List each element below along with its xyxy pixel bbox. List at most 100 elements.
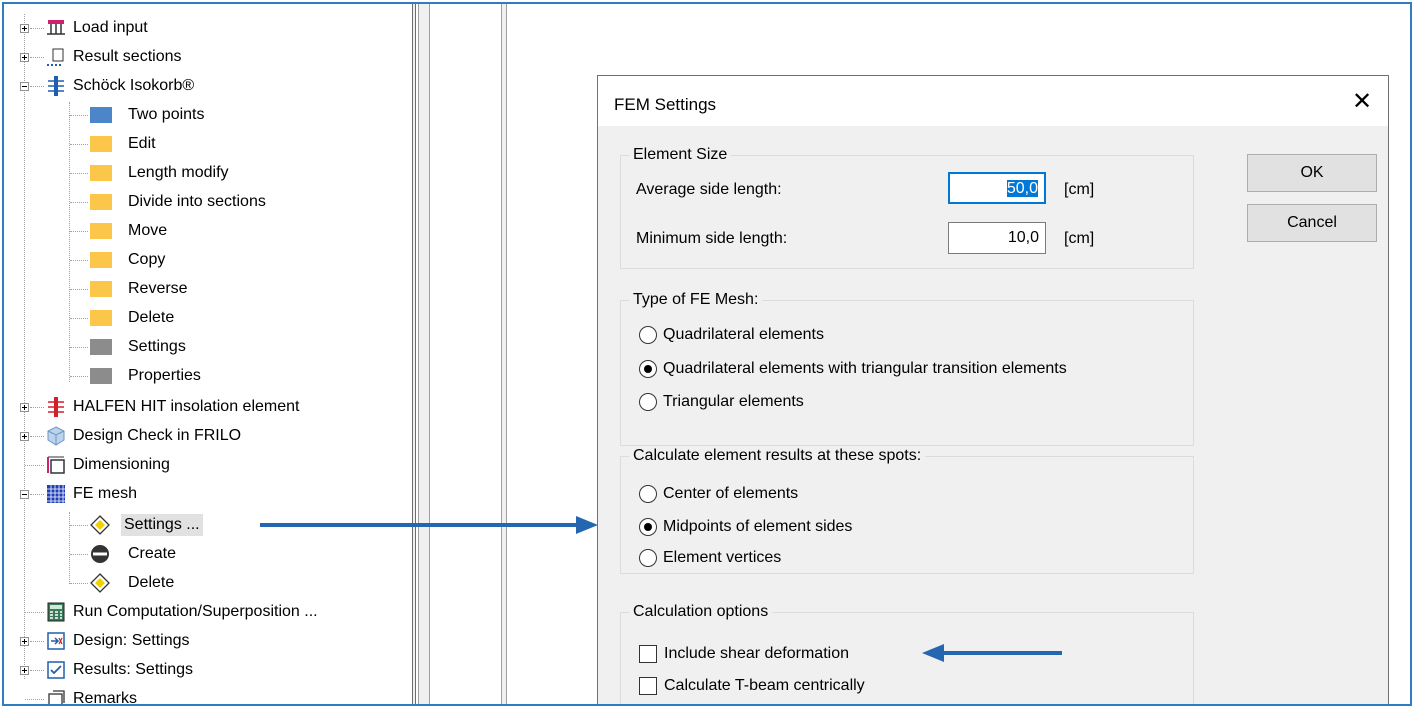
dimensioning-icon <box>47 456 65 474</box>
radio-button[interactable] <box>639 518 657 536</box>
radio-label: Triangular elements <box>663 393 804 410</box>
tree-item-label: Design: Settings <box>73 632 190 649</box>
tree-item-label: FE mesh <box>73 485 138 502</box>
radio-button[interactable] <box>639 360 657 378</box>
yellow-square-icon <box>90 136 112 152</box>
tree-item-label: Results: Settings <box>73 661 194 678</box>
tree-line <box>69 512 70 584</box>
load-input-icon <box>47 20 65 35</box>
yellow-square-icon <box>90 281 112 297</box>
remarks-icon <box>48 690 65 704</box>
tree-line <box>24 14 25 679</box>
halfen-icon <box>48 397 64 417</box>
tree-item-label: Edit <box>128 135 156 152</box>
checkbox-label: Calculate T-beam centrically <box>664 677 865 694</box>
min-side-input[interactable]: 10,0 <box>948 222 1046 254</box>
tree-item-label: Settings <box>128 338 186 355</box>
annotation-arrowhead <box>576 516 598 534</box>
tree-item-label: Schöck Isokorb® <box>73 77 195 94</box>
isokorb-icon <box>48 76 64 96</box>
result-spots-group: Calculate element results at these spots… <box>620 446 1194 574</box>
ok-button[interactable]: OK <box>1247 154 1377 192</box>
radio-label: Element vertices <box>663 549 782 566</box>
tree-item-label: Two points <box>128 106 205 123</box>
tree-item-label: Length modify <box>128 164 229 181</box>
checkbox[interactable] <box>639 645 657 663</box>
close-icon[interactable]: ✕ <box>1350 90 1374 114</box>
radio-label: Quadrilateral elements with triangular t… <box>663 360 1067 377</box>
result-sections-icon <box>47 48 64 66</box>
group-title: Element Size <box>629 145 732 165</box>
radio-label: Midpoints of element sides <box>663 518 853 535</box>
tree-item-label: Delete <box>128 309 175 326</box>
fem-settings-dialog: FEM Settings ✕ Element Size Average side… <box>597 75 1389 704</box>
gray-square-icon <box>90 339 112 355</box>
tree-item-label: Reverse <box>128 280 188 297</box>
yellow-square-icon <box>90 165 112 181</box>
diamond-icon <box>90 573 110 593</box>
yellow-square-icon <box>90 194 112 210</box>
radio-button[interactable] <box>639 393 657 411</box>
panel-splitter[interactable] <box>412 4 416 704</box>
checkbox-label: Include shear deformation <box>664 645 849 662</box>
avg-side-input[interactable]: 50,0 <box>948 172 1046 204</box>
dialog-titlebar: FEM Settings ✕ <box>598 76 1388 126</box>
yellow-square-icon <box>90 223 112 239</box>
tree-item-label: Design Check in FRILO <box>73 427 242 444</box>
calculator-icon <box>47 602 65 622</box>
annotation-arrow <box>942 651 1062 655</box>
radio-button[interactable] <box>639 326 657 344</box>
fe-mesh-icon <box>47 485 65 503</box>
screenshot-frame: Load input Result sections Schöck Isokor… <box>2 2 1412 706</box>
expand-icon[interactable] <box>20 53 29 62</box>
expand-icon[interactable] <box>20 637 29 646</box>
panel-splitter[interactable] <box>501 4 507 704</box>
radio-label: Center of elements <box>663 485 799 502</box>
expand-icon[interactable] <box>20 666 29 675</box>
min-side-label: Minimum side length: <box>636 230 788 247</box>
diamond-icon <box>90 515 110 535</box>
tree-item-label: Copy <box>128 251 166 268</box>
cancel-button[interactable]: Cancel <box>1247 204 1377 242</box>
element-size-group: Element Size Average side length: 50,0 [… <box>620 145 1194 269</box>
annotation-arrow <box>260 523 578 527</box>
dialog-title: FEM Settings <box>614 95 717 114</box>
expand-icon[interactable] <box>20 432 29 441</box>
annotation-arrowhead <box>922 644 944 662</box>
tree-item-label: Settings ... <box>121 514 203 536</box>
blue-square-icon <box>90 107 112 123</box>
yellow-square-icon <box>90 310 112 326</box>
mesh-type-group: Type of FE Mesh: Quadrilateral elements … <box>620 290 1194 446</box>
results-settings-icon <box>47 661 65 679</box>
checkbox[interactable] <box>639 677 657 695</box>
unit-label: [cm] <box>1064 181 1095 198</box>
tree-item-label: Result sections <box>73 48 182 65</box>
tree-item-label: Run Computation/Superposition ... <box>73 603 318 620</box>
tree-item-label: Load input <box>73 19 148 36</box>
expand-icon[interactable] <box>20 24 29 33</box>
expand-icon[interactable] <box>20 403 29 412</box>
tree-item-label: HALFEN HIT insolation element <box>73 398 300 415</box>
collapse-icon[interactable] <box>20 82 29 91</box>
design-check-icon <box>47 426 65 446</box>
minus-circle-icon <box>91 545 109 563</box>
tree-item-label: Move <box>128 222 168 239</box>
tree-item-label: Create <box>128 545 177 562</box>
yellow-square-icon <box>90 252 112 268</box>
collapse-icon[interactable] <box>20 490 29 499</box>
design-settings-icon <box>47 632 65 650</box>
radio-label: Quadrilateral elements <box>663 326 824 343</box>
radio-button[interactable] <box>639 485 657 503</box>
group-title: Calculate element results at these spots… <box>629 446 926 466</box>
navigation-tree: Load input Result sections Schöck Isokor… <box>4 4 412 704</box>
tree-item-label: Divide into sections <box>128 193 266 210</box>
group-title: Type of FE Mesh: <box>629 290 763 310</box>
tree-item-label: Properties <box>128 367 201 384</box>
radio-button[interactable] <box>639 549 657 567</box>
calc-options-group: Calculation options Include shear deform… <box>620 602 1194 704</box>
unit-label: [cm] <box>1064 230 1095 247</box>
panel-splitter[interactable] <box>418 4 430 704</box>
gray-square-icon <box>90 368 112 384</box>
group-title: Calculation options <box>629 602 773 622</box>
avg-side-label: Average side length: <box>636 181 782 198</box>
